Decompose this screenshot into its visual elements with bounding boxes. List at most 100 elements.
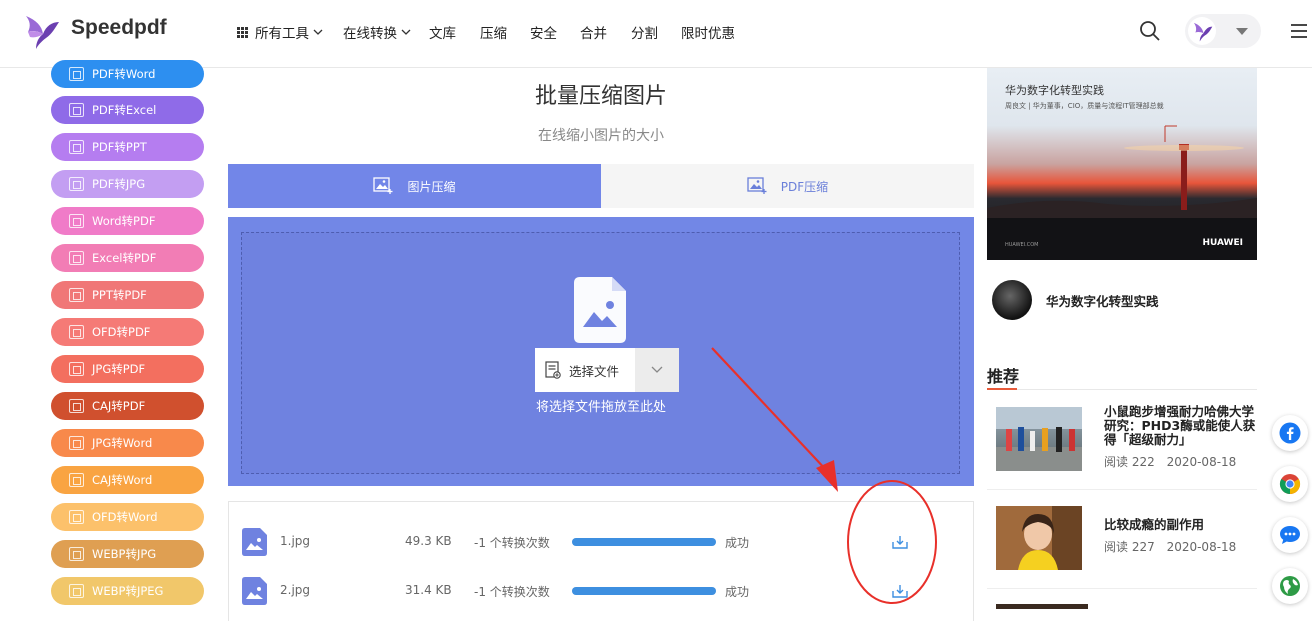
divider [987,588,1257,589]
lighthouse-illustration [987,125,1257,260]
divider [987,489,1257,490]
sidebar-tool-button[interactable]: CAJ转Word [51,466,204,494]
drop-hint: 将选择文件拖放至此处 [535,400,666,415]
sidebar-tool-label: CAJ转PDF [92,399,146,413]
tab-label: PDF压缩 [780,179,829,194]
sidebar-tool-button[interactable]: PPT转PDF [51,281,204,309]
article-title[interactable]: 小鼠跑步增强耐力哈佛大学研究：PHD3酶或能使人获得「超级耐力」 [1104,405,1256,447]
recommend-heading: 推荐 [987,367,1020,386]
article-date: 2020-08-18 [1166,540,1237,554]
file-convert-icon [69,103,84,117]
nav-all-tools[interactable]: 所有工具 [237,22,323,42]
sidebar-tool-button[interactable]: WEBP转JPEG [51,577,204,605]
sidebar-tool-button[interactable]: PDF转Word [51,60,204,88]
sidebar-tool-label: PDF转PPT [92,140,147,154]
file-convert-icon [69,325,84,339]
facebook-share-button[interactable] [1272,415,1308,451]
image-file-icon [242,577,267,605]
globe-button[interactable] [1272,568,1308,604]
image-add-icon [747,177,767,194]
search-icon[interactable] [1139,20,1161,42]
article-thumbnail[interactable] [996,407,1082,471]
file-convert-icon [69,473,84,487]
user-menu[interactable] [1185,14,1261,48]
nav-merge[interactable]: 合并 [580,22,607,42]
brand-name[interactable]: Speedpdf [71,16,167,40]
chrome-button[interactable] [1272,466,1308,502]
nav-library[interactable]: 文库 [429,22,456,42]
progress-bar [572,538,716,546]
nav-compress[interactable]: 压缩 [480,22,507,42]
chevron-down-icon [313,29,323,35]
author-name[interactable]: 华为数字化转型实践 [1046,291,1159,310]
file-list: 1.jpg 49.3 KB -1 个转换次数 成功 2.jpg 31.4 KB … [228,501,974,621]
file-convert-icon [69,436,84,450]
sidebar-tool-button[interactable]: PDF转PPT [51,133,204,161]
article-meta: 阅读 222 2020-08-18 [1104,453,1236,470]
upload-panel: 选择文件 [228,217,974,486]
sidebar-tool-button[interactable]: OFD转PDF [51,318,204,346]
nav-label: 在线转换 [343,26,397,42]
file-convert-icon [69,67,84,81]
logo-icon [1193,22,1213,42]
image-add-icon [373,177,393,194]
nav-security[interactable]: 安全 [530,22,557,42]
facebook-icon [1279,422,1301,444]
file-convert-icon [69,399,84,413]
article-thumbnail[interactable] [996,506,1082,570]
file-name: 2.jpg [280,583,311,597]
sidebar-tool-button[interactable]: JPG转PDF [51,355,204,383]
file-convert-icon [69,177,84,191]
article-reads: 阅读 227 [1104,540,1155,554]
nav-online-convert[interactable]: 在线转换 [343,22,411,42]
article-thumbnail[interactable] [996,604,1088,609]
nav-split[interactable]: 分割 [631,22,658,42]
sidebar-tool-label: OFD转PDF [92,325,151,339]
sidebar-tool-label: CAJ转Word [92,473,153,487]
chevron-down-icon [401,29,411,35]
author-avatar[interactable] [992,280,1032,320]
sidebar-tool-button[interactable]: WEBP转JPG [51,540,204,568]
ad-banner[interactable]: 华为数字化转型实践 周良文 | 华为董事，CIO，质量与流程IT管理部总裁 HU… [987,68,1257,260]
progress-bar [572,587,716,595]
logo-icon[interactable] [22,12,60,50]
nav-limited-offer[interactable]: 限时优惠 [681,22,735,42]
tab-image-compress[interactable]: 图片压缩 [228,164,601,208]
sidebar-tool-label: PDF转Excel [92,103,157,117]
sidebar-tool-button[interactable]: PDF转Excel [51,96,204,124]
file-convert-icon [69,584,84,598]
choose-file-dropdown[interactable] [635,348,679,392]
article-date: 2020-08-18 [1166,455,1237,469]
top-header: Speedpdf 所有工具 在线转换 文库 压缩 安全 合并 分割 限时优惠 [0,0,1312,68]
ad-brand: HUAWEI [1202,238,1243,248]
file-status: 成功 [725,585,750,599]
hamburger-menu-icon[interactable] [1289,21,1309,41]
download-icon[interactable] [892,534,908,550]
sidebar-tool-button[interactable]: Word转PDF [51,207,204,235]
sidebar-tool-button[interactable]: PDF转JPG [51,170,204,198]
article-title[interactable]: 比较成瘾的副作用 [1104,518,1256,532]
file-size: 49.3 KB [405,534,452,548]
sidebar-tool-button[interactable]: OFD转Word [51,503,204,531]
file-convert-icon [69,510,84,524]
sidebar-tool-button[interactable]: CAJ转PDF [51,392,204,420]
choose-file-button[interactable]: 选择文件 [535,348,635,392]
sidebar-tool-label: Word转PDF [92,214,156,228]
sidebar-tool-button[interactable]: JPG转Word [51,429,204,457]
tab-pdf-compress[interactable]: PDF压缩 [601,164,974,208]
article-reads: 阅读 222 [1104,455,1155,469]
sidebar-tool-label: PDF转Word [92,67,156,81]
sidebar-tool-label: PDF转JPG [92,177,146,191]
sidebar-tool-button[interactable]: Excel转PDF [51,244,204,272]
page-title: 批量压缩图片 [534,84,667,109]
sidebar-tool-label: JPG转Word [92,436,153,450]
file-row: 1.jpg 49.3 KB -1 个转换次数 成功 [229,522,975,562]
file-name: 1.jpg [280,534,311,548]
nav-label: 所有工具 [255,26,309,42]
sidebar-tool-label: WEBP转JPG [92,547,157,561]
chat-button[interactable] [1272,517,1308,553]
download-icon[interactable] [892,583,908,599]
article-meta: 阅读 227 2020-08-18 [1104,538,1236,555]
file-row: 2.jpg 31.4 KB -1 个转换次数 成功 [229,571,975,611]
divider [987,389,1257,390]
